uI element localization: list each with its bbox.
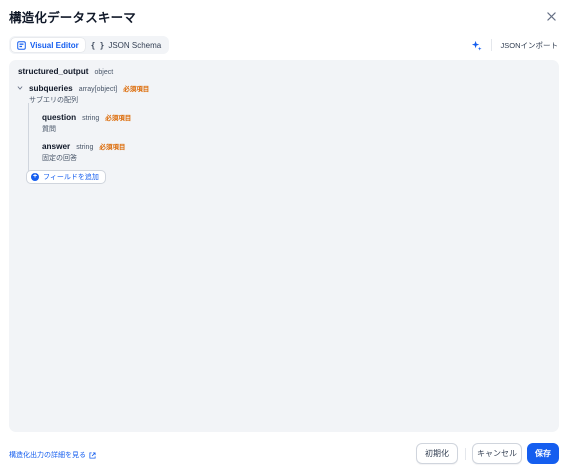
editor-mode-tabs: Visual Editor { } JSON Schema xyxy=(9,36,170,54)
schema-editor: structured_output object subqueries arra… xyxy=(9,60,559,432)
tab-json-schema[interactable]: { } JSON Schema xyxy=(85,38,167,52)
field-row-subqueries[interactable]: subqueries array[object] 必須項目 xyxy=(29,83,149,93)
field-description-answer: 固定の回答 xyxy=(42,153,77,163)
save-button[interactable]: 保存 xyxy=(527,443,559,464)
json-import-button[interactable]: JSONインポート xyxy=(500,40,558,51)
add-field-label: フィールドを追加 xyxy=(43,174,99,181)
field-type: string xyxy=(82,115,100,122)
field-name: question xyxy=(42,113,77,122)
root-field-name: structured_output xyxy=(18,67,89,76)
field-type: array[object] xyxy=(78,86,118,93)
field-name: subqueries xyxy=(29,84,73,93)
toolbar-divider xyxy=(491,39,493,51)
nested-tree-line xyxy=(28,103,29,171)
required-badge: 必須項目 xyxy=(123,86,150,93)
field-description: 質問 xyxy=(42,126,56,133)
field-description-subqueries: サブエリの配列 xyxy=(29,95,78,105)
add-field-button[interactable]: + フィールドを追加 xyxy=(26,170,106,184)
field-description-question: 質問 xyxy=(42,124,56,134)
tab-visual-editor-label: Visual Editor xyxy=(30,40,79,50)
collapse-toggle[interactable] xyxy=(16,84,24,92)
field-type: string xyxy=(76,144,94,151)
field-name: answer xyxy=(42,142,71,151)
field-description: 固定の回答 xyxy=(42,155,77,162)
braces-icon: { } xyxy=(90,40,105,50)
plus-circle-icon: + xyxy=(31,173,39,181)
tab-visual-editor[interactable]: Visual Editor xyxy=(11,38,85,52)
root-field-row: structured_output object xyxy=(18,67,113,76)
ai-generate-button[interactable] xyxy=(469,38,483,52)
chevron-down-icon xyxy=(17,86,23,90)
root-field-type: object xyxy=(94,69,114,76)
reset-button[interactable]: 初期化 xyxy=(416,443,458,464)
schema-dialog: 構造化データスキーマ Visual Editor { } JSON Schema xyxy=(0,0,568,472)
close-icon xyxy=(546,11,556,21)
required-badge: 必須項目 xyxy=(105,115,132,122)
tab-json-schema-label: JSON Schema xyxy=(108,40,162,50)
required-badge: 必須項目 xyxy=(99,144,126,151)
close-button[interactable] xyxy=(544,9,558,23)
dialog-title: 構造化データスキーマ xyxy=(9,11,137,25)
sparkle-icon xyxy=(471,40,482,51)
visual-editor-icon xyxy=(17,40,26,50)
cancel-button[interactable]: キャンセル xyxy=(472,443,522,464)
field-row-question[interactable]: question string 必須項目 xyxy=(42,112,131,122)
footer-divider xyxy=(465,448,466,460)
field-description: サブエリの配列 xyxy=(29,97,78,104)
field-row-answer[interactable]: answer string 必須項目 xyxy=(42,141,125,151)
docs-link[interactable]: 構造化出力の詳細を見る xyxy=(9,450,96,460)
editor-toolbar: JSONインポート xyxy=(469,38,558,52)
docs-link-label: 構造化出力の詳細を見る xyxy=(9,452,86,459)
external-link-icon xyxy=(89,451,96,459)
